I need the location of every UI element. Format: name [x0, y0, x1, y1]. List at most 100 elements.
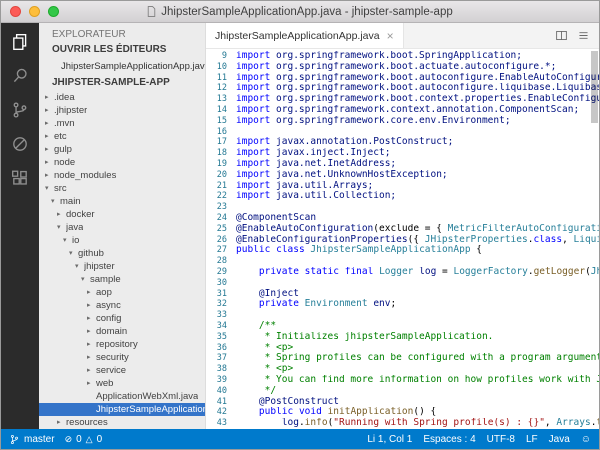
tree-item-.mvn[interactable]: ▸.mvn: [39, 117, 205, 130]
tab-jhipster-sample-application-app[interactable]: JhipsterSampleApplicationApp.java ×: [206, 23, 404, 48]
code-line-20[interactable]: 20import java.net.UnknownHostException;: [206, 170, 599, 181]
code-line-12[interactable]: 12import org.springframework.boot.autoco…: [206, 83, 599, 94]
close-window-button[interactable]: [10, 6, 21, 17]
activity-debug-button[interactable]: [1, 127, 39, 161]
code-line-35[interactable]: 35 * Initializes jhipsterSampleApplicati…: [206, 332, 599, 343]
code-line-37[interactable]: 37 * Spring profiles can be configured w…: [206, 353, 599, 364]
zoom-window-button[interactable]: [48, 6, 59, 17]
minimize-window-button[interactable]: [29, 6, 40, 17]
code-line-9[interactable]: 9import org.springframework.boot.SpringA…: [206, 51, 599, 62]
code-line-14[interactable]: 14import org.springframework.context.ann…: [206, 105, 599, 116]
eol-indicator[interactable]: LF: [526, 434, 538, 445]
git-branch-indicator[interactable]: master: [9, 434, 55, 445]
line-number: 34: [206, 321, 236, 332]
split-editor-icon[interactable]: [555, 29, 568, 42]
encoding-indicator[interactable]: UTF-8: [487, 434, 515, 445]
code-text: @ComponentScan: [236, 213, 599, 224]
code-text: * <p>: [236, 364, 599, 375]
tree-item-domain[interactable]: ▸domain: [39, 325, 205, 338]
tree-item-security[interactable]: ▸security: [39, 351, 205, 364]
tree-item-applicationwebxml.java[interactable]: ApplicationWebXml.java: [39, 390, 205, 403]
code-line-28[interactable]: 28: [206, 256, 599, 267]
activity-explorer-button[interactable]: [1, 25, 39, 59]
tree-item-async[interactable]: ▸async: [39, 299, 205, 312]
activity-git-button[interactable]: [1, 93, 39, 127]
language-indicator[interactable]: Java: [549, 434, 570, 445]
code-line-31[interactable]: 31 @Inject: [206, 289, 599, 300]
indentation-indicator[interactable]: Espaces : 4: [423, 434, 475, 445]
error-count: 0: [76, 434, 82, 445]
problems-indicator[interactable]: ⊘ 0 △ 0: [65, 434, 103, 445]
code-line-16[interactable]: 16: [206, 127, 599, 138]
tree-item-java[interactable]: ▾java: [39, 221, 205, 234]
code-editor[interactable]: 9import org.springframework.boot.SpringA…: [206, 49, 599, 429]
code-line-26[interactable]: 26@EnableConfigurationProperties({ JHips…: [206, 235, 599, 246]
tree-item-aop[interactable]: ▸aop: [39, 286, 205, 299]
code-line-18[interactable]: 18import javax.inject.Inject;: [206, 148, 599, 159]
tree-item-jhipster[interactable]: ▾jhipster: [39, 260, 205, 273]
code-text: public void initApplication() {: [236, 407, 599, 418]
activity-extensions-button[interactable]: [1, 161, 39, 195]
tree-item-config[interactable]: ▸config: [39, 312, 205, 325]
code-line-22[interactable]: 22import java.util.Collection;: [206, 191, 599, 202]
code-line-41[interactable]: 41 @PostConstruct: [206, 397, 599, 408]
line-number: 30: [206, 278, 236, 289]
tree-item-repository[interactable]: ▸repository: [39, 338, 205, 351]
close-tab-icon[interactable]: ×: [387, 31, 394, 41]
tree-item-web[interactable]: ▸web: [39, 377, 205, 390]
code-line-23[interactable]: 23: [206, 202, 599, 213]
tree-item-github[interactable]: ▾github: [39, 247, 205, 260]
activity-search-button[interactable]: [1, 59, 39, 93]
code-text: * You can find more information on how p…: [236, 375, 599, 386]
cursor-position[interactable]: Li 1, Col 1: [367, 434, 412, 445]
feedback-smiley-icon[interactable]: ☺: [581, 434, 591, 445]
open-editors-header[interactable]: OUVRIR LES ÉDITEURS: [39, 41, 205, 58]
more-actions-icon[interactable]: [577, 29, 590, 42]
tree-item-etc[interactable]: ▸etc: [39, 130, 205, 143]
project-header[interactable]: JHIPSTER-SAMPLE-APP: [39, 74, 205, 91]
tree-item-service[interactable]: ▸service: [39, 364, 205, 377]
code-line-40[interactable]: 40 */: [206, 386, 599, 397]
tree-item-gulp[interactable]: ▸gulp: [39, 143, 205, 156]
code-line-30[interactable]: 30: [206, 278, 599, 289]
code-line-17[interactable]: 17import javax.annotation.PostConstruct;: [206, 137, 599, 148]
code-line-19[interactable]: 19import java.net.InetAddress;: [206, 159, 599, 170]
code-text: import java.util.Arrays;: [236, 181, 599, 192]
tree-item-node-modules[interactable]: ▸node_modules: [39, 169, 205, 182]
line-number: 24: [206, 213, 236, 224]
tree-item-main[interactable]: ▾main: [39, 195, 205, 208]
code-line-38[interactable]: 38 * <p>: [206, 364, 599, 375]
code-text: import javax.inject.Inject;: [236, 148, 599, 159]
tree-item-jhipstersampleapplicationapp.java[interactable]: JhipsterSampleApplicationApp.java: [39, 403, 205, 416]
code-text: [236, 202, 599, 213]
code-line-33[interactable]: 33: [206, 310, 599, 321]
code-line-43[interactable]: 43 log.info("Running with Spring profile…: [206, 418, 599, 429]
code-line-39[interactable]: 39 * You can find more information on ho…: [206, 375, 599, 386]
code-line-42[interactable]: 42 public void initApplication() {: [206, 407, 599, 418]
code-text: import org.springframework.boot.SpringAp…: [236, 51, 599, 62]
tree-item-.jhipster[interactable]: ▸.jhipster: [39, 104, 205, 117]
file-tree: ▸.idea▸.jhipster▸.mvn▸etc▸gulp▸node▸node…: [39, 91, 205, 429]
tree-item-resources[interactable]: ▸resources: [39, 416, 205, 429]
code-line-36[interactable]: 36 * <p>: [206, 343, 599, 354]
code-line-21[interactable]: 21import java.util.Arrays;: [206, 181, 599, 192]
code-line-24[interactable]: 24@ComponentScan: [206, 213, 599, 224]
tree-item-node[interactable]: ▸node: [39, 156, 205, 169]
code-line-29[interactable]: 29 private static final Logger log = Log…: [206, 267, 599, 278]
tree-item-src[interactable]: ▾src: [39, 182, 205, 195]
tree-item-sample[interactable]: ▾sample: [39, 273, 205, 286]
code-line-27[interactable]: 27public class JhipsterSampleApplication…: [206, 245, 599, 256]
open-editor-item[interactable]: JhipsterSampleApplicationApp.java src/m.…: [39, 58, 205, 74]
code-line-34[interactable]: 34 /**: [206, 321, 599, 332]
tree-item-docker[interactable]: ▸docker: [39, 208, 205, 221]
tree-item-io[interactable]: ▾io: [39, 234, 205, 247]
editor-scrollbar[interactable]: [591, 51, 598, 123]
code-line-10[interactable]: 10import org.springframework.boot.actuat…: [206, 62, 599, 73]
code-line-32[interactable]: 32 private Environment env;: [206, 299, 599, 310]
code-line-11[interactable]: 11import org.springframework.boot.autoco…: [206, 73, 599, 84]
code-text: * Spring profiles can be configured with…: [236, 353, 599, 364]
code-line-25[interactable]: 25@EnableAutoConfiguration(exclude = { M…: [206, 224, 599, 235]
tree-item-.idea[interactable]: ▸.idea: [39, 91, 205, 104]
code-line-15[interactable]: 15import org.springframework.core.env.En…: [206, 116, 599, 127]
code-line-13[interactable]: 13import org.springframework.boot.contex…: [206, 94, 599, 105]
